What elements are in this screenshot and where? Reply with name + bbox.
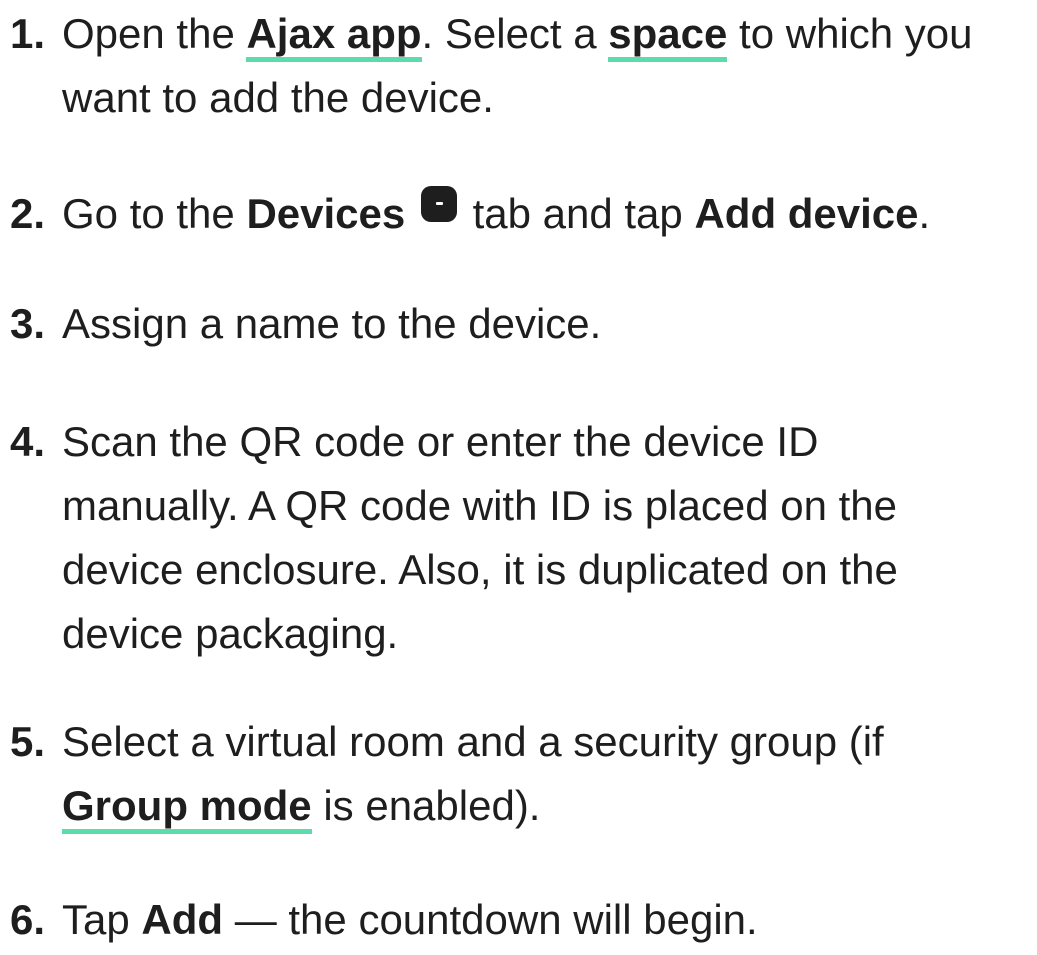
step-number: 6. bbox=[10, 896, 46, 943]
add-label: Add bbox=[141, 896, 224, 943]
step-text: Select a virtual room and a security gro… bbox=[62, 710, 992, 838]
text-segment: is enabled). bbox=[311, 782, 541, 829]
text-segment: Tap bbox=[62, 896, 142, 943]
text-segment: Open the bbox=[62, 10, 247, 57]
text-segment: Select a virtual room and a security gro… bbox=[62, 718, 884, 765]
step-4: 4. Scan the QR code or enter the device … bbox=[10, 410, 1030, 666]
text-segment: — the countdown will begin. bbox=[223, 896, 758, 943]
step-6: 6. Tap Add — the countdown will begin. bbox=[10, 888, 1030, 952]
step-text: Open the Ajax app. Select a space to whi… bbox=[62, 2, 1030, 130]
step-number: 3. bbox=[10, 300, 46, 347]
step-number: 1. bbox=[10, 10, 46, 57]
text-segment: . bbox=[918, 190, 931, 237]
add-device-label: Add device bbox=[694, 190, 919, 237]
step-text: Tap Add — the countdown will begin. bbox=[62, 888, 1030, 952]
text-segment: Go to the bbox=[62, 190, 247, 237]
step-text: Scan the QR code or enter the device ID … bbox=[62, 418, 898, 657]
step-1: 1. Open the Ajax app. Select a space to … bbox=[10, 2, 1030, 130]
devices-tab-icon bbox=[420, 186, 457, 222]
step-text: Go to the Devices tab and tap Add device… bbox=[62, 182, 1030, 246]
step-5: 5. Select a virtual room and a security … bbox=[10, 710, 1030, 838]
step-number: 5. bbox=[10, 718, 46, 765]
ajax-app-link[interactable]: Ajax app bbox=[246, 10, 422, 62]
space-link[interactable]: space bbox=[608, 10, 728, 62]
step-2: 2. Go to the Devices tab and tap Add dev… bbox=[10, 182, 1030, 246]
step-text: Assign a name to the device. bbox=[62, 300, 602, 347]
step-number: 4. bbox=[10, 418, 46, 465]
step-3: 3. Assign a name to the device. bbox=[10, 292, 1030, 356]
group-mode-link[interactable]: Group mode bbox=[62, 782, 312, 834]
text-segment: . Select a bbox=[421, 10, 609, 57]
text-segment: tab and tap bbox=[460, 190, 695, 237]
devices-label: Devices bbox=[246, 190, 406, 237]
step-number: 2. bbox=[10, 190, 46, 237]
